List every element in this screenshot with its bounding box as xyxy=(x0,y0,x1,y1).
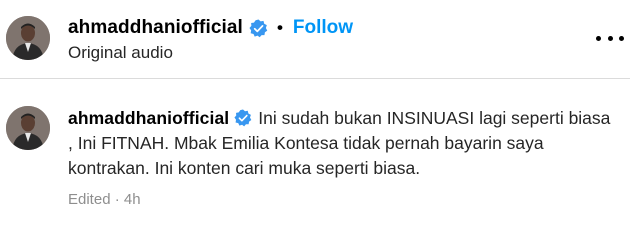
more-dot xyxy=(607,35,613,41)
comment-meta: Edited · 4h xyxy=(68,191,141,208)
comment-time[interactable]: 4h xyxy=(124,191,141,208)
avatar[interactable] xyxy=(6,16,50,60)
separator-dot: • xyxy=(276,18,283,37)
audio-label[interactable]: Original audio xyxy=(68,43,173,63)
username[interactable]: ahmaddhaniofficial xyxy=(68,17,243,39)
more-options-icon[interactable] xyxy=(596,26,624,50)
follow-button[interactable]: Follow xyxy=(293,17,353,39)
verified-badge-icon xyxy=(249,18,268,38)
more-dot xyxy=(596,35,601,41)
post-header: ahmaddhaniofficial • Follow Original aud… xyxy=(0,0,630,78)
edited-label: Edited xyxy=(68,191,111,208)
comment-text: ahmaddhaniofficial Ini sudah bukan INSIN… xyxy=(68,106,616,181)
comment-username[interactable]: ahmaddhaniofficial xyxy=(68,108,229,128)
header-line: ahmaddhaniofficial • Follow xyxy=(68,16,353,40)
more-dot xyxy=(619,35,624,41)
caption-comment: ahmaddhaniofficial Ini sudah bukan INSIN… xyxy=(0,79,630,240)
meta-separator: · xyxy=(114,191,120,208)
avatar[interactable] xyxy=(6,106,50,150)
verified-badge-icon xyxy=(234,109,252,127)
